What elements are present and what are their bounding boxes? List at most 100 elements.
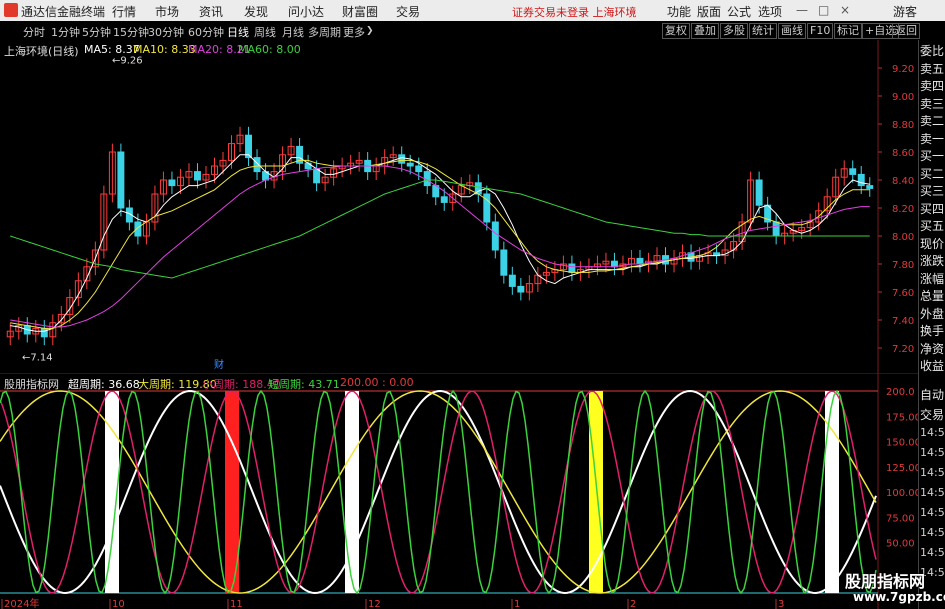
period-tab-5[interactable]: 60分钟 [188,24,224,40]
price-tick-label: 8.20 [892,204,914,215]
indicator-tick-label: 75.00 [886,513,915,524]
side-field-18[interactable]: 收益 [920,357,944,374]
indicator-tick-label: 125.00 [886,463,918,474]
candle-body [193,171,201,181]
app-title: 通达信金融终端 [21,5,106,19]
side-bottom-3[interactable]: 14:56 [920,446,945,459]
app-logo-icon [4,3,18,17]
right-menu-1[interactable]: 版面 [697,3,721,20]
chevron-right-icon[interactable]: ❯ [366,26,374,36]
side-field-16[interactable]: 换手 [920,322,944,339]
candle-body [40,327,48,338]
toolbar-btn-0[interactable]: 复权 [662,23,690,39]
toolbar-btn-1[interactable]: 叠加 [691,23,719,39]
period-tab-4[interactable]: 30分钟 [148,24,184,40]
side-field-5[interactable]: 卖一 [920,130,944,147]
guest-button[interactable]: 游客 [893,3,917,20]
minimize-icon[interactable]: — [796,3,808,17]
right-menu-3[interactable]: 选项 [758,3,782,20]
login-status[interactable]: 证券交易未登录 上海环境 [512,4,637,20]
side-field-7[interactable]: 买二 [920,165,944,182]
side-bottom-4[interactable]: 14:56 [920,466,945,479]
menu-bar: 通达信金融终端 行情 市场 资讯 发现 问小达 财富圈 交易 证券交易未登录 上海环境 功能… [0,0,945,22]
maximize-icon[interactable]: □ [818,3,829,17]
price-tick-label: 7.80 [892,260,914,271]
period-tab-8[interactable]: 月线 [282,24,304,40]
indicator-legend-0: 超周期: 36.68 [68,378,140,391]
candle-body [168,179,176,187]
menu-3[interactable]: 发现 [244,3,268,20]
candle-body [508,274,516,287]
menu-1[interactable]: 市场 [155,3,179,20]
toolbar-btn-6[interactable]: 标记 [834,23,862,39]
indicator-legend-3: 短周期: 43.71 [268,378,340,391]
chart-bg [0,40,918,373]
side-field-2[interactable]: 卖四 [920,77,944,94]
side-field-0[interactable]: 委比 [920,42,944,59]
menu-2[interactable]: 资讯 [199,3,223,20]
side-bottom-7[interactable]: 14:56 [920,526,945,539]
toolbar-btn-5[interactable]: F10 [807,23,834,39]
side-bottom-0[interactable]: 自动 [920,386,944,403]
x-axis-label: 2 [630,599,636,609]
side-field-12[interactable]: 涨跌 [920,252,944,269]
toolbar-btn-2[interactable]: 多股 [720,23,748,39]
ma-legend-0: MA5: 8.37 [84,43,140,56]
candle-body [313,168,321,184]
low-label: ←7.14 [22,352,53,363]
side-field-15[interactable]: 外盘 [920,305,944,322]
side-bottom-6[interactable]: 14:56 [920,506,945,519]
candle-body [491,221,499,251]
candle-body [772,221,780,237]
toolbar-btn-3[interactable]: 统计 [749,23,777,39]
x-axis-label: 10 [112,599,125,609]
period-tab-7[interactable]: 周线 [254,24,276,40]
toolbar-btn-8[interactable]: 返回 [892,23,920,39]
side-bottom-1[interactable]: 交易 [920,406,944,423]
side-field-3[interactable]: 卖三 [920,95,944,112]
indicator-chart[interactable]: 200.0 175.00 150.00 125.00 100.00 75.00 50.00 2… [0,373,918,609]
candle-body [568,263,576,273]
side-bottom-5[interactable]: 14:56 [920,486,945,499]
side-field-4[interactable]: 卖二 [920,112,944,129]
period-tab-9[interactable]: 多周期 [308,24,341,40]
candlestick-chart[interactable]: 9.20 9.00 8.80 8.60 8.40 8.20 8.00 7.80 7.60 7.40… [0,40,918,373]
period-tab-1[interactable]: 1分钟 [51,24,80,40]
side-field-8[interactable]: 买三 [920,182,944,199]
price-tick-label: 7.20 [892,344,914,355]
menu-0[interactable]: 行情 [112,3,136,20]
side-field-1[interactable]: 卖五 [920,60,944,77]
period-tab-3[interactable]: 15分钟 [113,24,149,40]
menu-5[interactable]: 财富圈 [342,3,378,20]
candle-body [500,249,508,276]
side-bottom-2[interactable]: 14:56 [920,426,945,439]
side-field-17[interactable]: 净资 [920,340,944,357]
toolbar-btn-4[interactable]: 画线 [778,23,806,39]
candle-body [117,151,125,209]
side-field-9[interactable]: 买四 [920,200,944,217]
close-icon[interactable]: × [840,3,850,17]
right-menu-0[interactable]: 功能 [667,3,691,20]
period-tab-10[interactable]: 更多 [343,24,365,40]
side-field-14[interactable]: 总量 [920,287,944,304]
period-tab-6[interactable]: 日线 [227,24,249,40]
watermark-url: www.7gpzb.com [853,590,945,604]
right-menu-2[interactable]: 公式 [727,3,751,20]
candle-body [440,196,448,203]
candle-body [245,134,253,159]
candle-body [866,185,874,189]
side-bottom-8[interactable]: 14:56 [920,546,945,559]
period-tab-2[interactable]: 5分钟 [82,24,111,40]
side-field-13[interactable]: 涨幅 [920,270,944,287]
candle-body [857,173,865,187]
indicator-tick-label: 175.00 [886,412,918,423]
menu-4[interactable]: 问小达 [288,3,324,20]
side-field-6[interactable]: 买一 [920,147,944,164]
price-tick-label: 7.60 [892,288,914,299]
period-tab-0[interactable]: 分时 [23,24,45,40]
menu-6[interactable]: 交易 [396,3,420,20]
candle-body [849,168,857,175]
side-field-10[interactable]: 买五 [920,217,944,234]
side-field-11[interactable]: 现价 [920,235,944,252]
price-tick-label: 9.20 [892,64,914,75]
